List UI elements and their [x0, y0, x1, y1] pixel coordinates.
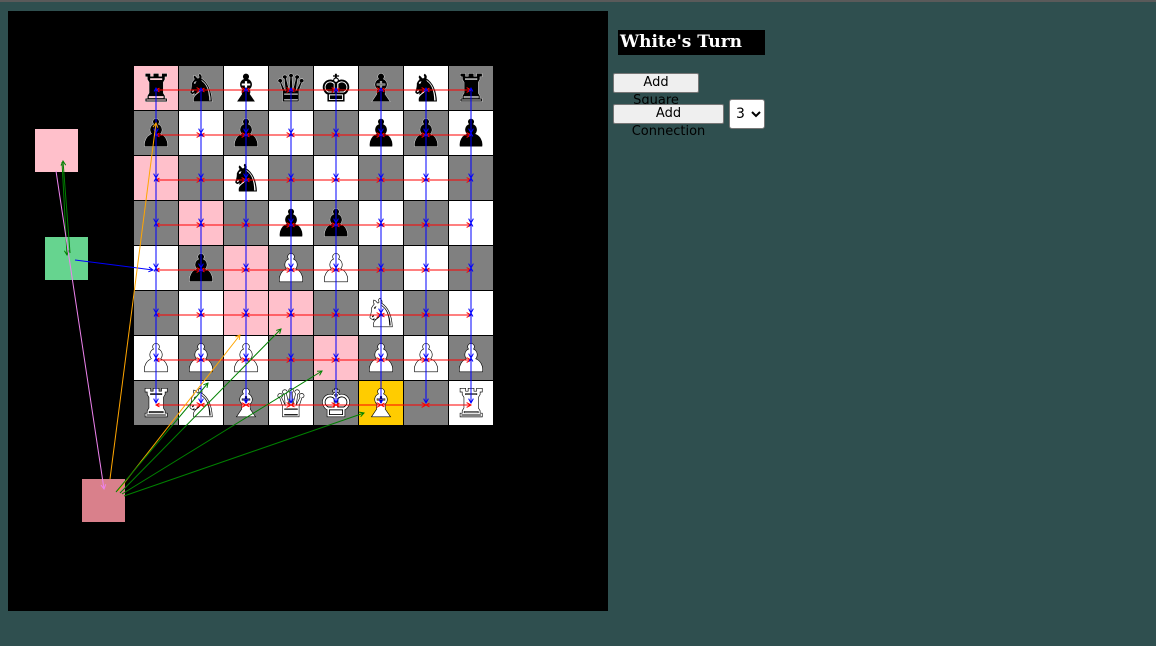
connection-count-select[interactable]: 3	[729, 99, 765, 129]
top-border	[0, 0, 1156, 2]
pink-square[interactable]	[35, 129, 78, 172]
board-canvas[interactable]: ♜ ♞ ♝ ♛ ♚ ♝ ♞ ♜ ♟ ♟ ♟ ♟ ♟ ♞ ♟ ♟ ♟ ♟ ♟ ♞ ♟ ♟ ♟ ♟ ♟ ♟ ♜ ♞ ♝ ♛ ♚ ♝ ♜	[8, 11, 608, 611]
board-svg[interactable]: ♜ ♞ ♝ ♛ ♚ ♝ ♞ ♜♟ ♟ ♟ ♟ ♟♞♟ ♟♟ ♟ ♟♞♟ ♟ ♟ ♟ ♟ ♟♜ ♞ ♝ ♛ ♚ ♝ ♜	[8, 11, 608, 611]
turn-indicator: White's Turn	[618, 30, 765, 55]
add-connection-button[interactable]: Add Connection	[613, 104, 724, 139]
extra-connection	[55, 170, 105, 490]
add-square-button[interactable]: Add Square	[613, 73, 699, 108]
